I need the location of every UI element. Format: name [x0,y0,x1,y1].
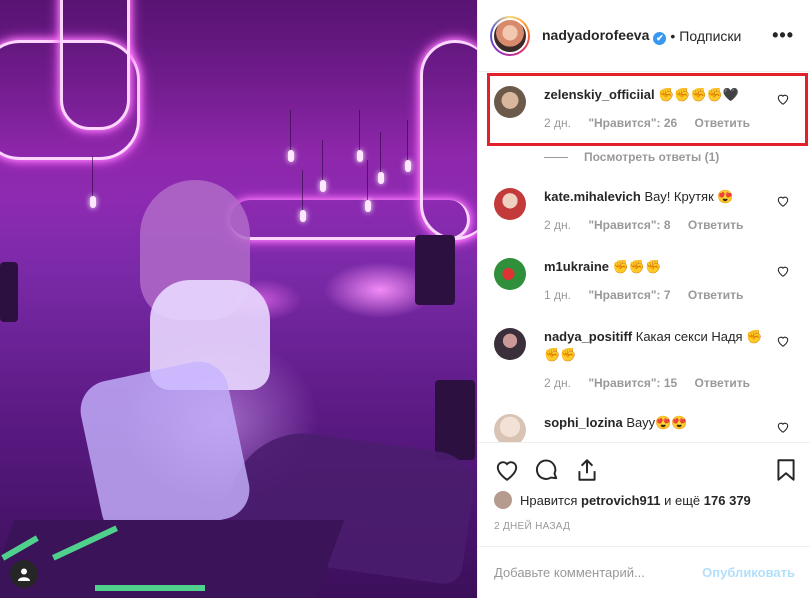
comment-avatar[interactable] [494,414,526,442]
neon-light [60,0,130,130]
comment-username[interactable]: sophi_lozina [544,415,623,430]
comment: nadya_positiff Какая секси Надя ✊✊✊ 2 дн… [494,328,794,404]
verified-icon: ✔ [653,31,667,45]
comment-text: nadya_positiff Какая секси Надя ✊✊✊ [544,329,763,362]
view-replies-button[interactable]: Посмотреть ответы (1) [544,150,719,164]
user-tag-icon[interactable] [10,560,38,588]
comment-likes[interactable]: "Нравится": 7 [588,288,670,302]
post-date[interactable]: 2 ДНЕЙ НАЗАД [494,521,570,532]
comment-meta: 2 дн. "Нравится": 8 Ответить [544,218,757,232]
add-comment-bar: Опубликовать [478,546,810,598]
comment-time[interactable]: 2 дн. [544,218,571,232]
comment-avatar[interactable] [494,258,526,290]
comment-username[interactable]: m1ukraine [544,259,609,274]
post-photo[interactable] [0,0,477,598]
comment-avatar[interactable] [494,188,526,220]
save-icon[interactable] [773,457,799,483]
more-icon[interactable]: ••• [772,25,794,46]
light-bulb [300,170,306,222]
comment-time[interactable]: 2 дн. [544,376,571,390]
author-username[interactable]: nadyadorofeeva ✔ [542,27,667,45]
comment-time[interactable]: 1 дн. [544,288,571,302]
comment: m1ukraine ✊✊✊ 1 дн. "Нравится": 7 Ответи… [494,258,794,318]
heart-icon[interactable] [776,420,790,434]
publish-button[interactable]: Опубликовать [702,565,795,580]
highlight-box [487,73,808,146]
comment-username[interactable]: nadya_positiff [544,329,632,344]
comment-text: sophi_lozina Вауу😍😍 [544,415,688,430]
comment-meta: 1 дн. "Нравится": 7 Ответить [544,288,757,302]
comment-avatar[interactable] [494,328,526,360]
comment-input[interactable] [494,565,703,580]
comment-text: m1ukraine ✊✊✊ [544,259,662,274]
light-bulb [365,160,371,212]
speaker [0,262,18,322]
like-icon[interactable] [494,457,520,483]
author-avatar[interactable] [490,15,530,56]
likes-summary: Нравится petrovich911 и ещё 176 379 [494,491,751,509]
light-bulb [357,110,363,162]
share-icon[interactable] [574,457,600,483]
light-bulb [378,132,384,184]
light-bulb [405,120,411,172]
comment-likes[interactable]: "Нравится": 15 [588,376,677,390]
reply-button[interactable]: Ответить [688,288,743,302]
liker-avatar[interactable] [494,491,512,509]
light-bulb [320,140,326,192]
heart-icon[interactable] [776,334,790,348]
floor-marking [95,585,205,591]
speaker [435,380,475,460]
comment-username[interactable]: kate.mihalevich [544,189,641,204]
speaker [415,235,455,305]
comment-text: kate.mihalevich Вау! Крутяк 😍 [544,189,734,204]
heart-icon[interactable] [776,194,790,208]
header-separator: • [670,27,676,44]
action-bar [478,442,810,490]
post-header: nadyadorofeeva ✔ • Подписки ••• [478,0,810,72]
likes-count[interactable]: 176 379 [704,493,751,508]
light-bulb [288,110,294,162]
reply-button[interactable]: Ответить [688,218,743,232]
follow-status-button[interactable]: Подписки [679,28,741,44]
liker-username[interactable]: petrovich911 [581,493,661,508]
comment-icon[interactable] [534,457,560,483]
comment-meta: 2 дн. "Нравится": 15 Ответить [544,376,764,390]
heart-icon[interactable] [776,264,790,278]
neon-light [420,40,477,240]
reply-button[interactable]: Ответить [695,376,750,390]
comment: sophi_lozina Вауу😍😍 [494,414,794,442]
comment: kate.mihalevich Вау! Крутяк 😍 2 дн. "Нра… [494,188,794,248]
light-bulb [90,156,96,208]
comment-likes[interactable]: "Нравится": 8 [588,218,670,232]
